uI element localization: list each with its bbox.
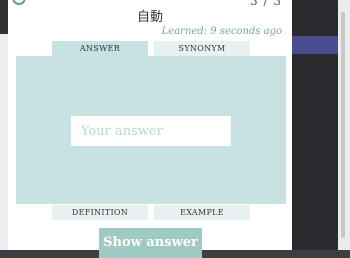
- left-window-edge-dark: [0, 0, 8, 34]
- tab-synonym[interactable]: SYNONYM: [154, 41, 250, 56]
- tab-example[interactable]: EXAMPLE: [154, 205, 250, 220]
- scrollbar[interactable]: [338, 0, 350, 250]
- learned-status: Learned: 9 seconds ago: [161, 26, 282, 37]
- show-answer-button[interactable]: Show answer: [99, 228, 202, 258]
- answer-input[interactable]: [71, 116, 231, 146]
- tab-answer[interactable]: ANSWER: [52, 41, 148, 56]
- left-window-edge: [0, 0, 8, 250]
- card-prompt: 自動: [136, 10, 163, 25]
- help-circle-icon[interactable]: [12, 0, 26, 5]
- tab-definition[interactable]: DEFINITION: [52, 205, 148, 220]
- flashcard-popup: 3 / 3 自動 Learned: 9 seconds ago ANSWER S…: [8, 0, 292, 258]
- scrollbar-thumb[interactable]: [341, 12, 345, 238]
- background-window-band: [292, 36, 338, 54]
- answer-panel: [16, 56, 286, 204]
